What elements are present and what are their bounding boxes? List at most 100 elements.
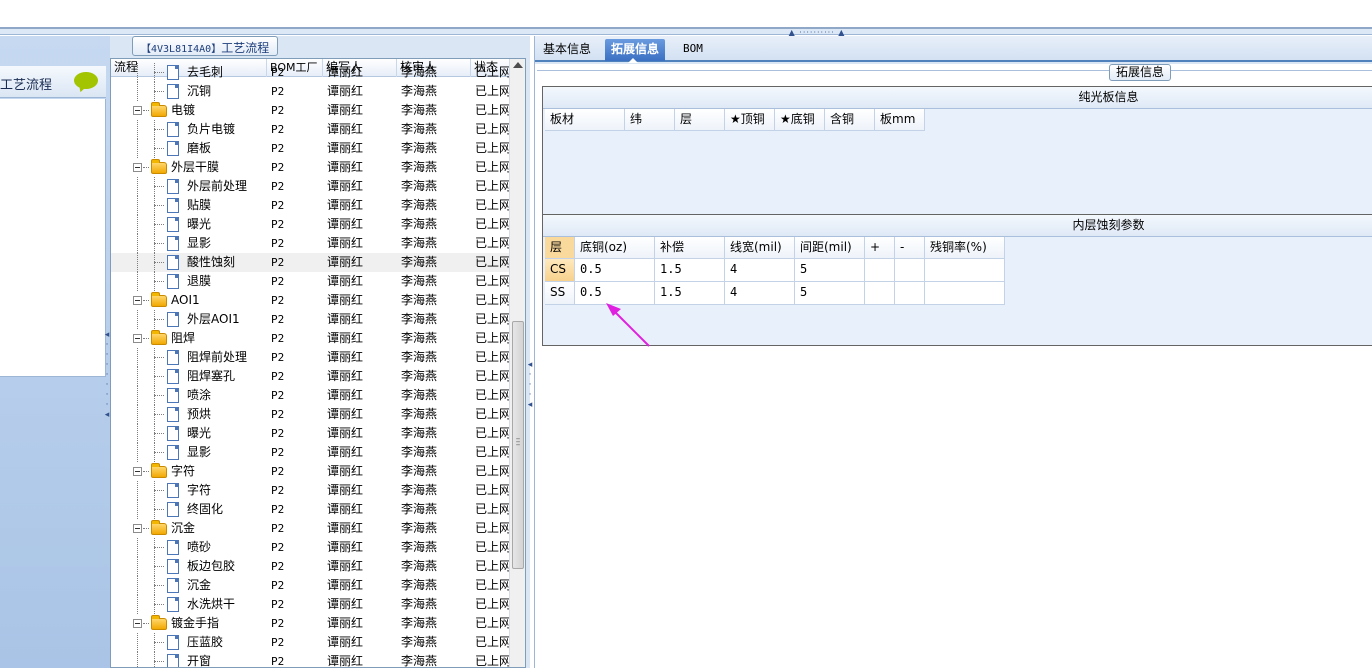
tree-connector	[154, 414, 164, 415]
etch-cell-residual[interactable]	[925, 259, 1005, 282]
tree-row[interactable]: 终固化 P2 谭丽红 李海燕 已上网	[111, 500, 509, 519]
tab-basic-info[interactable]: 基本信息	[537, 39, 597, 61]
folder-icon	[151, 520, 167, 535]
left-panel-header[interactable]: 工艺流程	[0, 66, 106, 98]
scrollbar-thumb[interactable]: – – –	[512, 321, 524, 569]
etch-cell-plus[interactable]	[865, 259, 895, 282]
tree-row[interactable]: 阻焊前处理 P2 谭丽红 李海燕 已上网	[111, 348, 509, 367]
etch-col-header[interactable]: 层	[545, 237, 575, 259]
tree-connector	[154, 129, 164, 130]
tree-row[interactable]: 曝光 P2 谭丽红 李海燕 已上网	[111, 215, 509, 234]
tree-connector	[154, 281, 164, 282]
tree-row[interactable]: 显影 P2 谭丽红 李海燕 已上网	[111, 443, 509, 462]
tree-row[interactable]: 负片电镀 P2 谭丽红 李海燕 已上网	[111, 120, 509, 139]
bare-board-col-header[interactable]: 纬	[625, 109, 675, 131]
tree-connector	[154, 224, 164, 225]
bare-board-col-header[interactable]: 板材	[545, 109, 625, 131]
bom-factory-cell: P2	[271, 104, 285, 117]
tree-row[interactable]: 预烘 P2 谭丽红 李海燕 已上网	[111, 405, 509, 424]
bare-board-col-header[interactable]: 层	[675, 109, 725, 131]
tree-row[interactable]: 沉铜 P2 谭丽红 李海燕 已上网	[111, 82, 509, 101]
bare-board-col-header[interactable]: 含铜	[825, 109, 875, 131]
etch-cell-residual[interactable]	[925, 282, 1005, 305]
tree-row[interactable]: 板边包胶 P2 谭丽红 李海燕 已上网	[111, 557, 509, 576]
etch-cell-comp[interactable]: 1.5	[655, 259, 725, 282]
tree-folder-row[interactable]: AOI1 P2 谭丽红 李海燕 已上网	[111, 291, 509, 310]
tree-row[interactable]: 贴膜 P2 谭丽红 李海燕 已上网	[111, 196, 509, 215]
bare-board-col-header[interactable]: ★底铜	[775, 109, 825, 131]
tree-row[interactable]: 酸性蚀刻 P2 谭丽红 李海燕 已上网	[111, 253, 509, 272]
vertical-scrollbar[interactable]: – – –	[509, 59, 525, 667]
reviewer-cell: 李海燕	[401, 426, 438, 440]
tree-connector	[154, 509, 164, 510]
etch-col-header[interactable]: 底铜(oz)	[575, 237, 655, 259]
speech-bubble-icon[interactable]	[74, 72, 98, 89]
tree-row[interactable]: 沉金 P2 谭丽红 李海燕 已上网	[111, 576, 509, 595]
tree-row[interactable]: 水洗烘干 P2 谭丽红 李海燕 已上网	[111, 595, 509, 614]
tree-folder-row[interactable]: 外层干膜 P2 谭丽红 李海燕 已上网	[111, 158, 509, 177]
etch-cell-minus[interactable]	[895, 282, 925, 305]
tree-node-label: 显影	[187, 236, 212, 250]
etch-cell-base-copper[interactable]: 0.5	[575, 259, 655, 282]
etch-col-header[interactable]: 补偿	[655, 237, 725, 259]
tree-row[interactable]: 喷砂 P2 谭丽红 李海燕 已上网	[111, 538, 509, 557]
tab-extended-info[interactable]: 拓展信息	[605, 39, 666, 63]
etch-cell-spacing[interactable]: 5	[795, 282, 865, 305]
status-cell: 已上网	[475, 141, 509, 155]
collapse-toggle-icon[interactable]	[133, 296, 142, 305]
writer-cell: 谭丽红	[327, 198, 364, 212]
collapse-toggle-icon[interactable]	[133, 334, 142, 343]
tab-bom[interactable]: BOM	[677, 39, 709, 61]
reviewer-cell: 李海燕	[401, 350, 438, 364]
group-title: 拓展信息	[1109, 64, 1172, 81]
tree-row[interactable]: 显影 P2 谭丽红 李海燕 已上网	[111, 234, 509, 253]
horizontal-splitter[interactable]	[0, 29, 1372, 35]
tree-node-label: 酸性蚀刻	[187, 255, 236, 269]
tree-connector	[154, 652, 155, 667]
etch-cell-base-copper[interactable]: 0.5	[575, 282, 655, 305]
tree-folder-row[interactable]: 沉金 P2 谭丽红 李海燕 已上网	[111, 519, 509, 538]
etch-cell-line-width[interactable]: 4	[725, 282, 795, 305]
etch-cell-minus[interactable]	[895, 259, 925, 282]
tree-folder-row[interactable]: 电镀 P2 谭丽红 李海燕 已上网	[111, 101, 509, 120]
etch-cell-spacing[interactable]: 5	[795, 259, 865, 282]
etch-col-header[interactable]: -	[895, 237, 925, 259]
tree-row[interactable]: 喷涂 P2 谭丽红 李海燕 已上网	[111, 386, 509, 405]
tree-connector	[143, 338, 149, 339]
tree-row[interactable]: 退膜 P2 谭丽红 李海燕 已上网	[111, 272, 509, 291]
etch-col-header[interactable]: 间距(mil)	[795, 237, 865, 259]
tree-row[interactable]: 曝光 P2 谭丽红 李海燕 已上网	[111, 424, 509, 443]
tree-row[interactable]: 外层前处理 P2 谭丽红 李海燕 已上网	[111, 177, 509, 196]
tree-connector	[154, 452, 164, 453]
process-flow-tab[interactable]: 【4V3L81I4A0】工艺流程	[132, 36, 279, 56]
collapse-toggle-icon[interactable]	[133, 106, 142, 115]
status-cell: 已上网	[475, 483, 509, 497]
tree-connector	[137, 538, 138, 557]
etch-cell-comp[interactable]: 1.5	[655, 282, 725, 305]
scroll-up-arrow-icon[interactable]	[513, 62, 523, 68]
etch-cell-plus[interactable]	[865, 282, 895, 305]
reviewer-cell: 李海燕	[401, 293, 438, 307]
tree-row[interactable]: 压蓝胶 P2 谭丽红 李海燕 已上网	[111, 633, 509, 652]
collapse-toggle-icon[interactable]	[133, 619, 142, 628]
etch-col-header[interactable]: 残铜率(%)	[925, 237, 1005, 259]
etch-col-header[interactable]: +	[865, 237, 895, 259]
bare-board-col-header[interactable]: ★顶铜	[725, 109, 775, 131]
collapse-toggle-icon[interactable]	[133, 524, 142, 533]
tree-folder-row[interactable]: 阻焊 P2 谭丽红 李海燕 已上网	[111, 329, 509, 348]
middle-splitter-handle-icon[interactable]: ◂ · · · ◂	[527, 360, 533, 420]
collapse-toggle-icon[interactable]	[133, 163, 142, 172]
tree-folder-row[interactable]: 镀金手指 P2 谭丽红 李海燕 已上网	[111, 614, 509, 633]
tree-row[interactable]: 字符 P2 谭丽红 李海燕 已上网	[111, 481, 509, 500]
tree-row[interactable]: 开窗 P2 谭丽红 李海燕 已上网	[111, 652, 509, 668]
bare-board-col-header[interactable]: 板mm	[875, 109, 925, 131]
tree-row[interactable]: 阻焊塞孔 P2 谭丽红 李海燕 已上网	[111, 367, 509, 386]
tree-folder-row[interactable]: 字符 P2 谭丽红 李海燕 已上网	[111, 462, 509, 481]
tree-row[interactable]: 磨板 P2 谭丽红 李海燕 已上网	[111, 139, 509, 158]
tree-row[interactable]: 去毛刺 P2 谭丽红 李海燕 已上网	[111, 63, 509, 82]
tree-node-label: 开窗	[187, 654, 212, 668]
etch-cell-line-width[interactable]: 4	[725, 259, 795, 282]
etch-col-header[interactable]: 线宽(mil)	[725, 237, 795, 259]
tree-row[interactable]: 外层AOI1 P2 谭丽红 李海燕 已上网	[111, 310, 509, 329]
collapse-toggle-icon[interactable]	[133, 467, 142, 476]
